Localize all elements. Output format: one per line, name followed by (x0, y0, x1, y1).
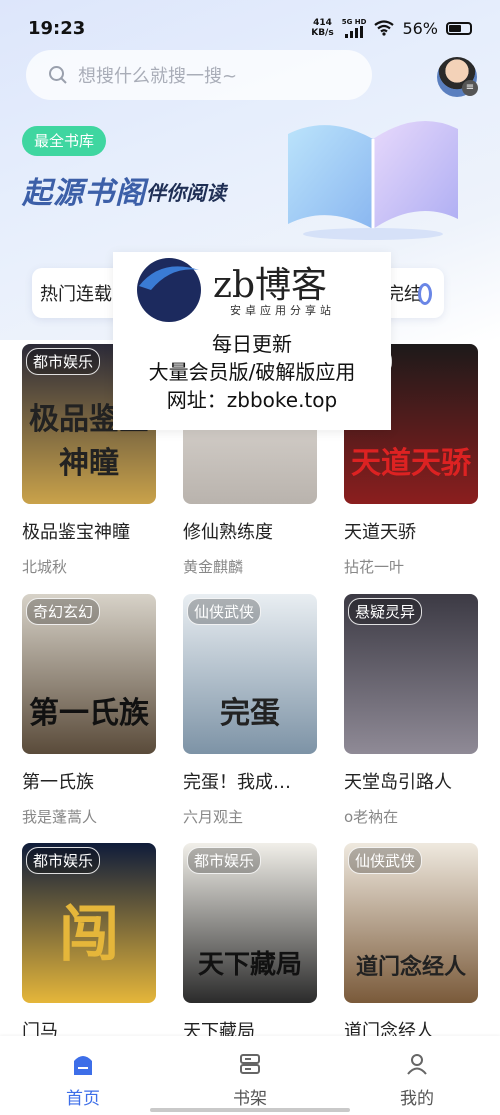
tab-completed[interactable]: 完结 (386, 280, 422, 306)
home-icon (33, 1050, 133, 1078)
book-cover[interactable]: 都市娱乐 天下藏局 (183, 843, 317, 1003)
book-author: o老衲在 (344, 808, 399, 826)
bottom-nav: 首页 书架 我的 (0, 1036, 500, 1115)
tab-indicator-icon (418, 283, 432, 305)
cover-text: 天下藏局 (197, 950, 302, 980)
book-card[interactable]: 都市娱乐 天下藏局 天下藏局 (183, 843, 317, 1043)
hero-title: 起源书阁 (22, 176, 146, 211)
cover-text: 道门念经人 (355, 954, 466, 980)
book-author: 北城秋 (22, 558, 68, 576)
book-title[interactable]: 天堂岛引路人 (344, 768, 478, 794)
book-cover[interactable]: 仙侠武侠 完蛋 (183, 594, 317, 754)
watermark-line: 每日更新 (212, 332, 292, 356)
book-author: 拈花一叶 (344, 558, 405, 576)
nav-home-label: 首页 (66, 1089, 100, 1109)
genre-badge: 都市娱乐 (26, 847, 101, 874)
book-author: 黄金麒麟 (183, 558, 244, 576)
hero-subtitle: 伴你阅读 (146, 181, 226, 205)
book-title[interactable]: 修仙熟练度 (183, 518, 317, 544)
genre-badge: 悬疑灵异 (348, 598, 423, 625)
book-card[interactable]: 都市娱乐 闯 门马 (22, 843, 156, 1043)
hero-tag: 最全书库 (22, 126, 107, 156)
network-speed-value: 414 (313, 18, 332, 28)
signal-label: 5G HD (341, 18, 367, 26)
book-card[interactable]: 悬疑灵异 天堂岛引路人 o老衲在 (344, 594, 478, 827)
battery-icon (446, 21, 472, 35)
search-icon (49, 66, 67, 84)
nav-mine[interactable]: 我的 (367, 1050, 467, 1109)
watermark-brand: zb博客 (213, 265, 328, 306)
book-illustration-icon (288, 121, 458, 240)
book-title[interactable]: 第一氏族 (22, 768, 156, 794)
book-cover[interactable]: 悬疑灵异 (344, 594, 478, 754)
watermark-card: zb博客 安卓应用分享站 每日更新 大量会员版/破解版应用 网址：zbboke.… (113, 252, 391, 430)
watermark-line: 大量会员版/破解版应用 (148, 360, 356, 384)
genre-badge: 仙侠武侠 (187, 598, 262, 625)
genre-badge: 都市娱乐 (187, 847, 262, 874)
watermark-subtitle: 安卓应用分享站 (230, 304, 335, 317)
watermark-url: 网址：zbboke.top (166, 388, 338, 412)
book-cover[interactable]: 奇幻玄幻 第一氏族 (22, 594, 156, 754)
nav-shelf-label: 书架 (233, 1089, 267, 1109)
nav-shelf[interactable]: 书架 (200, 1050, 300, 1109)
watermark-logo-icon (137, 258, 201, 322)
cover-text: 第一氏族 (29, 696, 149, 731)
nav-home[interactable]: 首页 (33, 1050, 133, 1109)
cover-text: 闯 (59, 900, 119, 970)
book-title[interactable]: 极品鉴宝神瞳 (22, 518, 156, 544)
book-author: 六月观主 (183, 808, 244, 826)
tab-hot-serial[interactable]: 热门连载 (40, 280, 112, 306)
network-speed-unit: KB/s (311, 28, 334, 38)
home-indicator (150, 1108, 350, 1112)
book-card[interactable]: 仙侠武侠 完蛋 完蛋！我成… 六月观主 (183, 594, 317, 827)
book-cover[interactable]: 都市娱乐 闯 (22, 843, 156, 1003)
book-title[interactable]: 完蛋！我成… (183, 768, 317, 794)
search-placeholder: 想搜什么就搜一搜~ (78, 66, 238, 87)
book-cover[interactable]: 仙侠武侠 道门念经人 (344, 843, 478, 1003)
status-time: 19:23 (28, 17, 86, 39)
book-card[interactable]: 仙侠武侠 道门念经人 道门念经人 (344, 843, 478, 1043)
bookshelf-icon (200, 1050, 300, 1078)
book-author: 我是蓬蒿人 (22, 808, 98, 826)
genre-badge: 奇幻玄幻 (26, 598, 101, 625)
menu-badge-icon: ≡ (462, 80, 478, 96)
status-icons: 414 KB/s 5G HD 56% (311, 18, 472, 38)
user-icon (367, 1050, 467, 1078)
book-card[interactable]: 奇幻玄幻 第一氏族 第一氏族 我是蓬蒿人 (22, 594, 156, 827)
signal-icon: 5G HD (341, 18, 367, 38)
search-input[interactable]: 想搜什么就搜一搜~ (26, 50, 372, 100)
wifi-icon (374, 20, 395, 36)
network-speed: 414 KB/s (311, 18, 333, 38)
battery-percent: 56% (402, 18, 438, 38)
genre-badge: 仙侠武侠 (348, 847, 423, 874)
cover-text: 完蛋 (220, 696, 280, 731)
status-bar: 19:23 414 KB/s 5G HD 56% (0, 0, 500, 56)
cover-text: 天道天骄 (351, 446, 471, 481)
nav-mine-label: 我的 (400, 1089, 434, 1109)
genre-badge: 都市娱乐 (26, 348, 101, 375)
book-title[interactable]: 天道天骄 (344, 518, 478, 544)
